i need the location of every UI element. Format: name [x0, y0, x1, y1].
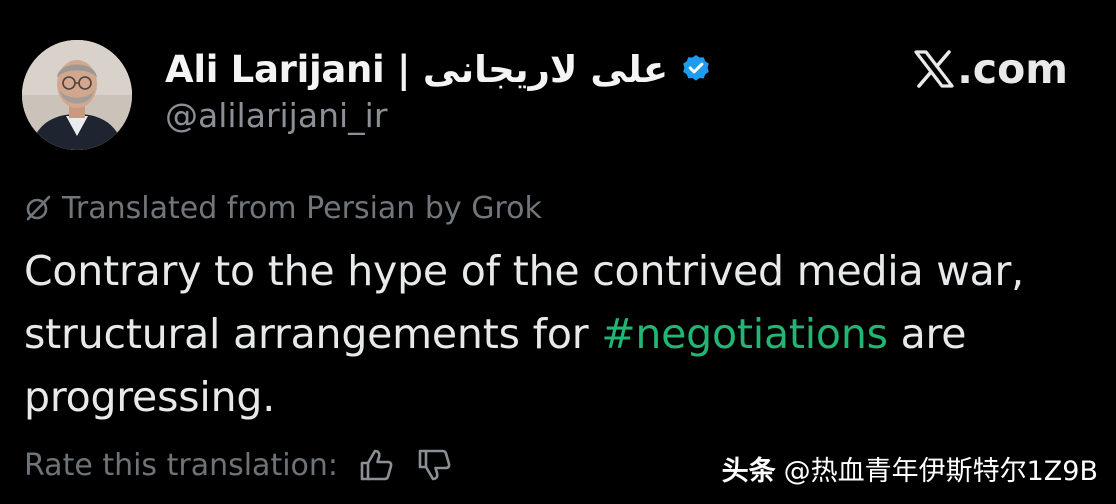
rate-translation-row: Rate this translation:: [24, 442, 454, 488]
toutiao-watermark: 头条 @热血青年伊斯特尔1Z9B: [722, 448, 1098, 488]
x-logo-icon: [914, 50, 954, 88]
rate-translation-label: Rate this translation:: [24, 447, 339, 483]
watermark-brand: 头条: [721, 455, 776, 487]
tweet-body: Contrary to the hype of the contrived me…: [24, 240, 1084, 429]
x-brand-mark: .com: [913, 44, 1068, 94]
author-handle[interactable]: @alilarijani_ir: [165, 96, 387, 135]
author-display-name[interactable]: Ali Larijani | علی لاریجانی: [165, 48, 668, 91]
author-name-latin: Ali Larijani: [165, 47, 385, 91]
thumbs-up-icon[interactable]: [356, 445, 396, 485]
author-name-row: Ali Larijani | علی لاریجانی: [165, 44, 712, 94]
thumbs-down-icon[interactable]: [414, 445, 454, 485]
translation-notice-text: Translated from Persian by Grok: [62, 190, 542, 226]
person-portrait-icon: [22, 40, 132, 150]
avatar[interactable]: [22, 40, 132, 150]
hashtag-link[interactable]: #negotiations: [601, 310, 888, 358]
watermark-handle: @热血青年伊斯特尔1Z9B: [783, 455, 1098, 487]
brand-label: .com: [957, 45, 1068, 93]
translation-notice: Translated from Persian by Grok: [24, 186, 542, 230]
verified-badge-icon: [683, 55, 709, 81]
grok-icon: [26, 195, 51, 221]
author-name-persian: علی لاریجانی: [422, 47, 669, 91]
author-name-separator: |: [397, 47, 411, 91]
